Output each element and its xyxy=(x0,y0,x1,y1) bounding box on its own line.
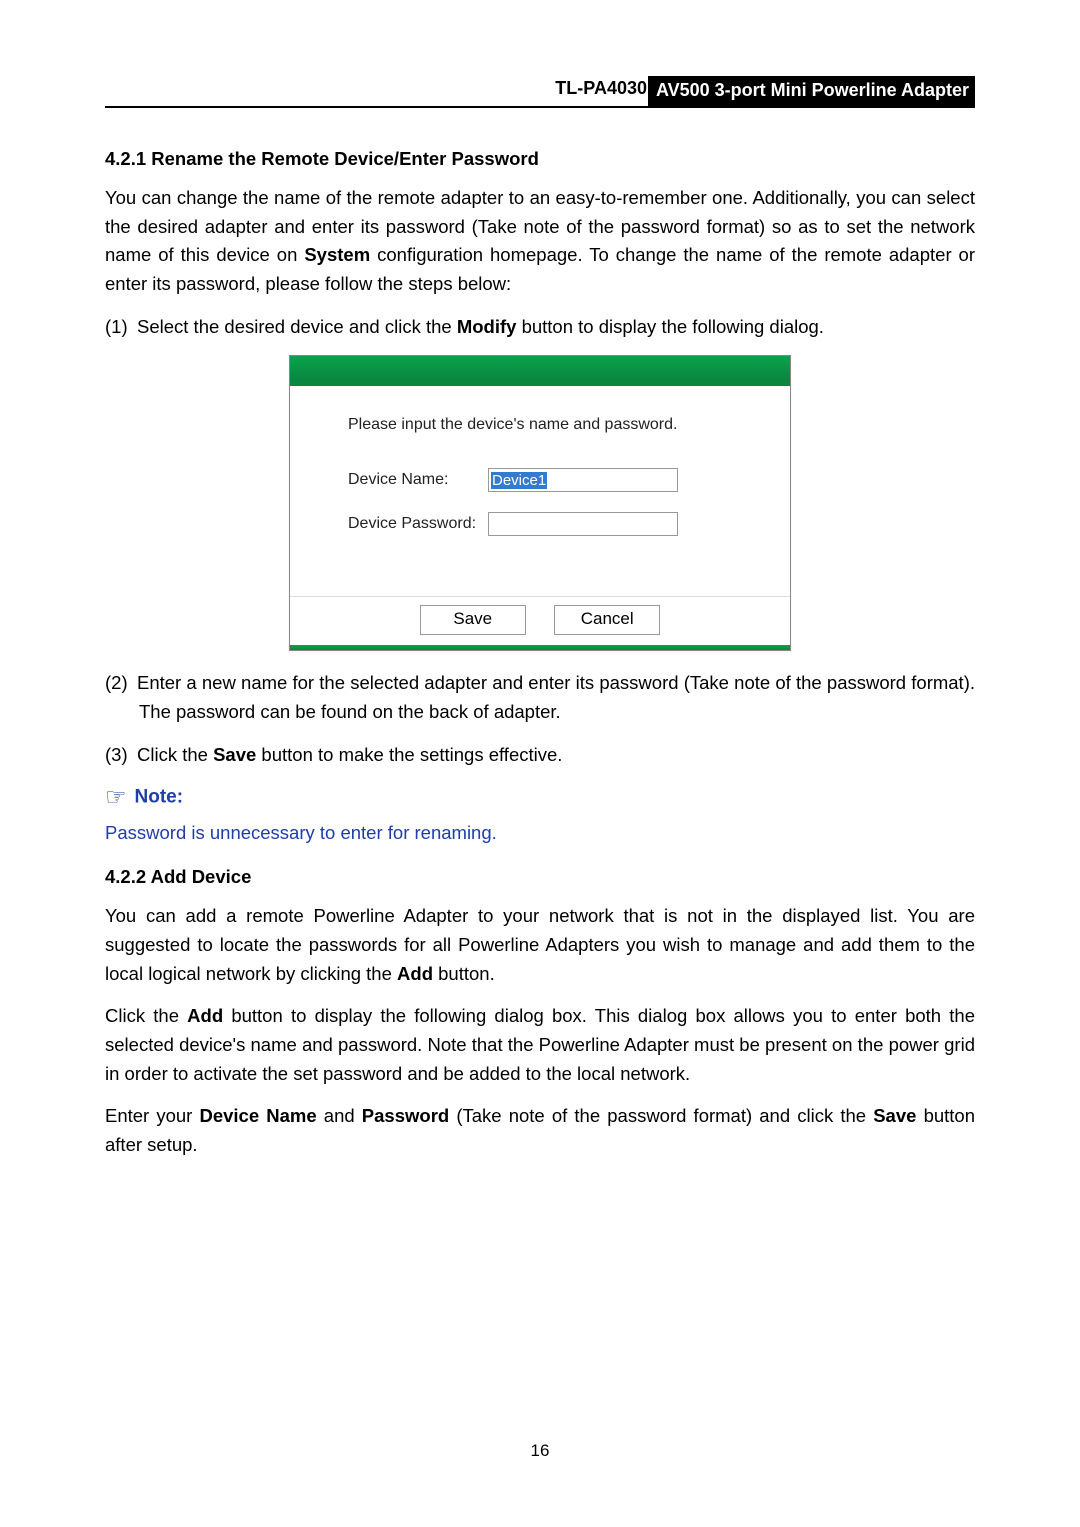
section-421-p1: You can change the name of the remote ad… xyxy=(105,184,975,299)
dialog-instruction: Please input the device's name and passw… xyxy=(348,416,732,434)
text-bold: Modify xyxy=(457,316,517,337)
device-name-input[interactable]: Device1 xyxy=(488,468,678,492)
page-number: 16 xyxy=(0,1441,1080,1461)
save-button[interactable]: Save xyxy=(420,605,526,635)
note-heading: ☞ Note: xyxy=(105,783,975,812)
header-separator: TL-PA4030 AV500 3-port Mini Powerline Ad… xyxy=(105,80,975,108)
text: button to display the following dialog. xyxy=(516,316,824,337)
text: and xyxy=(317,1105,362,1126)
pointing-hand-icon: ☞ xyxy=(105,784,127,811)
text-bold: System xyxy=(304,244,370,265)
dialog-button-row: Save Cancel xyxy=(290,597,790,645)
section-422-heading: 4.2.2 Add Device xyxy=(105,866,975,888)
text: Enter your xyxy=(105,1105,199,1126)
header-model: TL-PA4030 xyxy=(555,78,647,99)
device-password-label: Device Password: xyxy=(348,515,488,533)
text-bold: Device Name xyxy=(199,1105,316,1126)
text: (Take note of the password format) and c… xyxy=(449,1105,873,1126)
device-name-value: Device1 xyxy=(491,472,547,489)
step-number: (2) xyxy=(105,669,137,698)
dialog-titlebar xyxy=(290,356,790,386)
text: button. xyxy=(433,963,495,984)
section-421-heading: 4.2.1 Rename the Remote Device/Enter Pas… xyxy=(105,148,975,170)
page: TL-PA4030 AV500 3-port Mini Powerline Ad… xyxy=(0,0,1080,1527)
text: Click the xyxy=(137,744,213,765)
text-bold: Add xyxy=(187,1005,223,1026)
step-3: (3)Click the Save button to make the set… xyxy=(105,741,975,770)
note-body: Password is unnecessary to enter for ren… xyxy=(105,822,975,844)
device-name-row: Device Name: Device1 xyxy=(348,468,732,492)
section-422-p3: Enter your Device Name and Password (Tak… xyxy=(105,1102,975,1159)
cancel-button[interactable]: Cancel xyxy=(554,605,660,635)
text-bold: Save xyxy=(873,1105,916,1126)
note-label: Note: xyxy=(135,787,184,808)
header-product: AV500 3-port Mini Powerline Adapter xyxy=(648,76,975,107)
text: Select the desired device and click the xyxy=(137,316,457,337)
text-bold: Add xyxy=(397,963,433,984)
text: button to display the following dialog b… xyxy=(105,1005,975,1083)
device-password-row: Device Password: xyxy=(348,512,732,536)
section-422-p2: Click the Add button to display the foll… xyxy=(105,1002,975,1088)
text: Enter a new name for the selected adapte… xyxy=(137,672,975,722)
step-2: (2)Enter a new name for the selected ada… xyxy=(105,669,975,726)
text: You can add a remote Powerline Adapter t… xyxy=(105,905,975,983)
device-name-label: Device Name: xyxy=(348,471,488,489)
text-bold: Save xyxy=(213,744,256,765)
dialog-body: Please input the device's name and passw… xyxy=(290,386,790,596)
text: button to make the settings effective. xyxy=(256,744,562,765)
dialog-bottombar xyxy=(290,645,790,650)
text: Click the xyxy=(105,1005,187,1026)
text-bold: Password xyxy=(362,1105,449,1126)
section-422-p1: You can add a remote Powerline Adapter t… xyxy=(105,902,975,988)
step-number: (3) xyxy=(105,741,137,770)
modify-dialog: Please input the device's name and passw… xyxy=(289,355,791,651)
step-number: (1) xyxy=(105,313,137,342)
device-password-input[interactable] xyxy=(488,512,678,536)
step-1: (1)Select the desired device and click t… xyxy=(105,313,975,342)
